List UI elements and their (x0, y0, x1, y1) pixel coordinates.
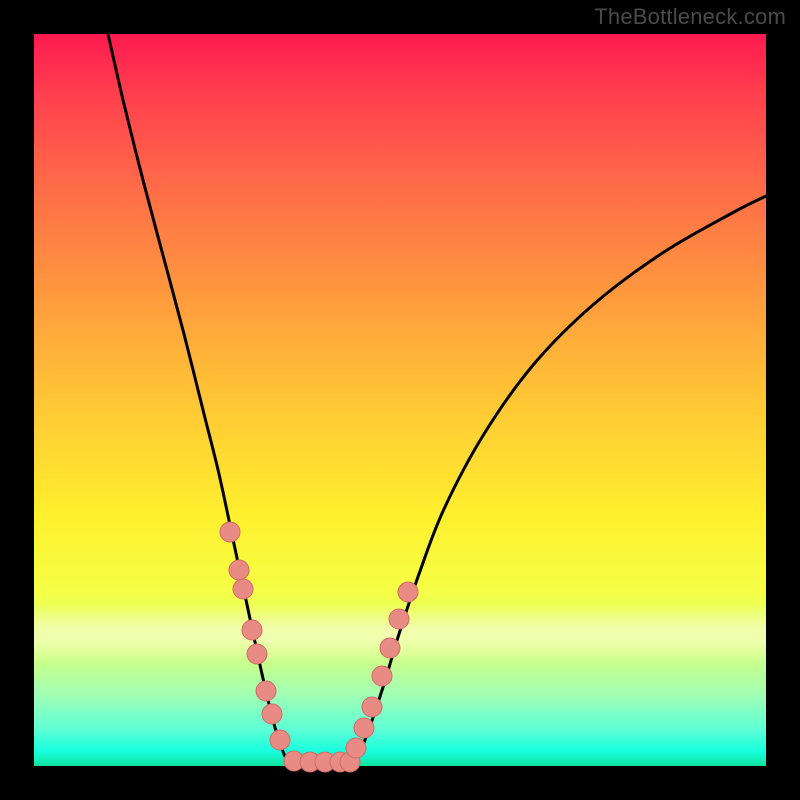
curve-marker (220, 522, 240, 542)
curve-marker (398, 582, 418, 602)
curve-marker (270, 730, 290, 750)
markers-right (330, 582, 418, 772)
curve-marker (372, 666, 392, 686)
bottleneck-curve (108, 34, 766, 766)
outer-frame: TheBottleneck.com (0, 0, 800, 800)
curve-marker (229, 560, 249, 580)
curve-marker (256, 681, 276, 701)
curve-marker (380, 638, 400, 658)
curve-marker (247, 644, 267, 664)
watermark-text: TheBottleneck.com (594, 4, 786, 30)
curve-marker (389, 609, 409, 629)
curve-marker (233, 579, 253, 599)
curve-marker (346, 738, 366, 758)
curve-marker (354, 718, 374, 738)
curve-marker (262, 704, 282, 724)
curve-marker (242, 620, 262, 640)
curve-marker (362, 697, 382, 717)
plot-area (34, 34, 766, 766)
chart-svg (34, 34, 766, 766)
